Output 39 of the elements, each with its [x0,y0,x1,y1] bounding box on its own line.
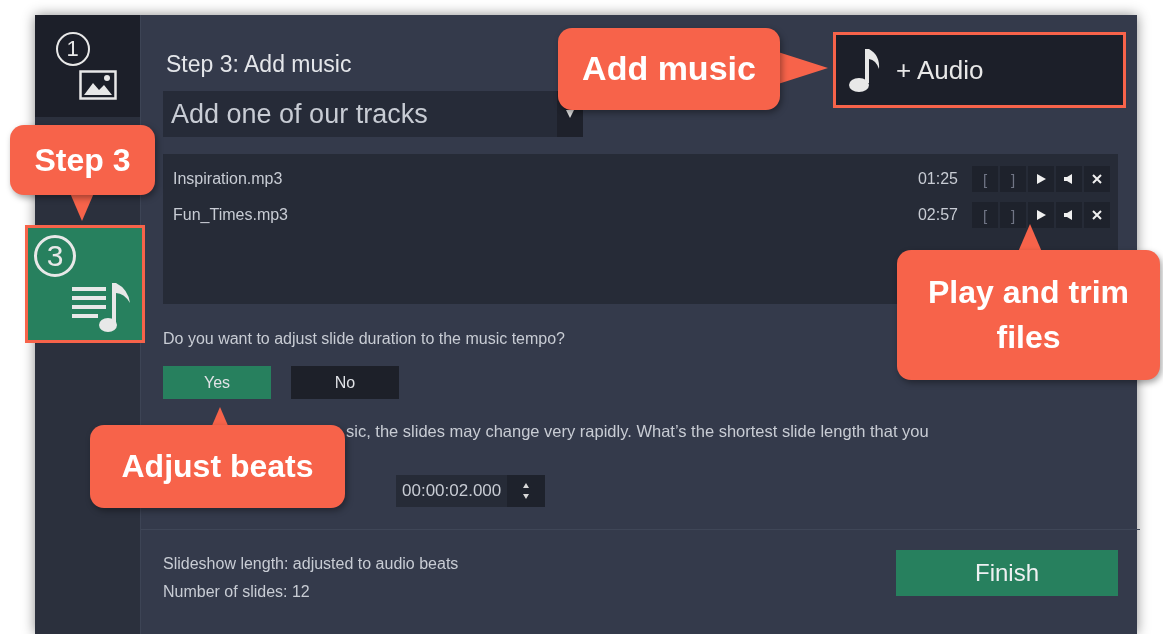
speaker-icon [1063,173,1075,185]
duration-field[interactable]: 00:00:02.000 [396,475,546,507]
summary-text: Slideshow length: adjusted to audio beats [163,554,459,574]
callout: Adjust beats [90,425,345,508]
remove-button[interactable] [1084,202,1110,228]
answer-button[interactable]: Yes [163,366,271,399]
play-button[interactable] [1028,202,1054,228]
add-audio-button[interactable]: + Audio [833,32,1126,108]
callout: Step 3 [10,125,155,195]
close-icon [1091,173,1103,185]
volume-button[interactable] [1056,166,1082,192]
step-title: Step 3: Add music [166,51,353,78]
step-number: 1 [55,32,90,66]
volume-button[interactable] [1056,202,1082,228]
music-note-icon [848,47,882,93]
play-icon [1035,173,1047,185]
speaker-icon [1063,209,1075,221]
callout-pointer [778,52,828,84]
track-duration: 01:25 [917,170,958,188]
track-dropdown[interactable]: Add one of our tracks [163,91,583,137]
close-icon [1091,209,1103,221]
step-tab[interactable]: 1 [35,15,140,117]
question-text: Do you want to adjust slide duration to the music tempo? [163,330,565,348]
callout: Add music [558,28,780,110]
finish-button[interactable]: Finish [896,550,1118,596]
play-icon [1035,209,1047,221]
spinner-arrows-icon [522,481,531,501]
callout: Play and trim files [897,250,1160,380]
answer-button[interactable]: No [291,366,399,399]
step-tab[interactable]: 3 [25,225,145,343]
summary-text: Number of slides: 12 [163,582,311,602]
step-number: 3 [34,235,76,277]
remove-button[interactable] [1084,166,1110,192]
track-name[interactable]: Inspiration.mp3 [173,170,918,188]
play-button[interactable] [1028,166,1054,192]
image-icon [78,70,117,100]
note-text: sic, the slides may change very rapidly. What’s the shortest slide length that you [346,422,929,441]
track-name[interactable]: Fun_Times.mp3 [173,206,918,224]
track-duration: 02:57 [917,206,958,224]
